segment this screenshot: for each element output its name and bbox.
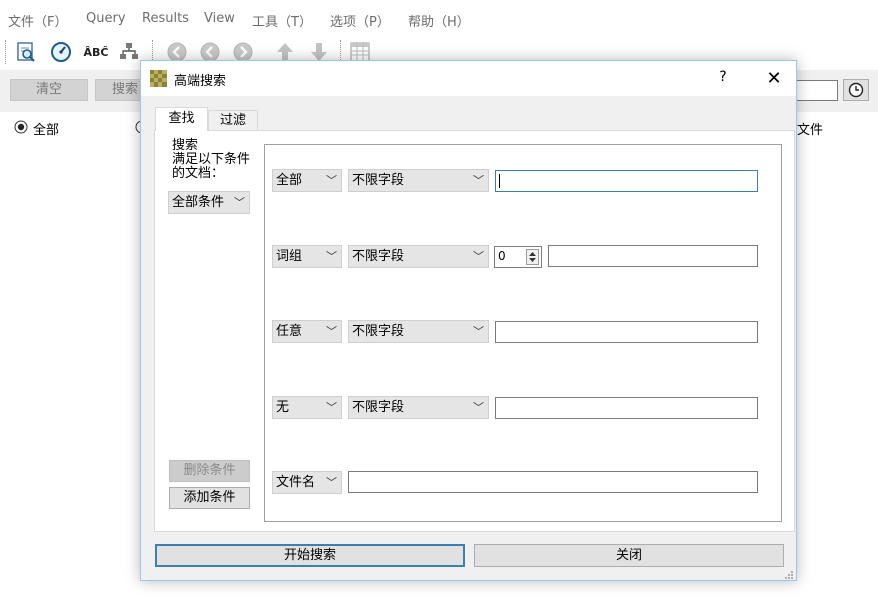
row4-field-value: 不限字段: [352, 400, 405, 415]
dialog-title: 高端搜索: [174, 74, 227, 89]
chevron-down-icon: ﹀: [473, 401, 484, 414]
search-label-line2: 满足以下条件: [172, 152, 251, 167]
chevron-down-icon: ﹀: [473, 325, 484, 338]
add-condition-button[interactable]: 添加条件: [169, 487, 250, 509]
menu-options[interactable]: 选项（P）: [330, 11, 390, 30]
row2-mode-combo[interactable]: 词组 ﹀: [272, 245, 342, 268]
radio-all-label: 全部: [33, 123, 60, 138]
chevron-down-icon: ﹀: [473, 174, 484, 187]
network-icon[interactable]: [116, 39, 142, 65]
row2-field-value: 不限字段: [352, 249, 405, 264]
advanced-search-dialog: 高端搜索 ? ✕ 查找 过滤 搜索 满足以下条件 的文档： 全部条件 ﹀ 删除条…: [140, 60, 797, 581]
row3-mode-combo[interactable]: 任意 ﹀: [272, 320, 342, 343]
row3-mode-value: 任意: [276, 324, 303, 339]
row4-value-input[interactable]: [495, 397, 758, 419]
row2-field-combo[interactable]: 不限字段 ﹀: [348, 245, 489, 268]
row4-mode-value: 无: [276, 400, 290, 415]
stepper-buttons[interactable]: [526, 249, 539, 265]
chevron-down-icon: ﹀: [326, 325, 337, 338]
row5-mode-combo[interactable]: 文件名 ﹀: [272, 471, 342, 494]
dialog-title-bar: 高端搜索 ? ✕: [141, 61, 796, 96]
distance-value: 0: [498, 249, 506, 263]
row4-mode-combo[interactable]: 无 ﹀: [272, 396, 342, 419]
condition-combo[interactable]: 全部条件 ﹀: [168, 191, 250, 214]
chevron-down-icon: ﹀: [473, 250, 484, 263]
close-button[interactable]: 关闭: [474, 544, 784, 567]
radio-all[interactable]: [14, 120, 28, 134]
resize-grip-icon[interactable]: [784, 568, 794, 579]
row4-field-combo[interactable]: 不限字段 ﹀: [348, 396, 489, 419]
row1-mode-combo[interactable]: 全部 ﹀: [272, 169, 342, 192]
row2-value-input[interactable]: [548, 245, 758, 267]
files-label: 文件: [797, 123, 824, 138]
row1-mode-value: 全部: [276, 173, 303, 188]
menu-view[interactable]: View: [204, 11, 235, 26]
spellcheck-icon[interactable]: ÂBĈ: [81, 39, 111, 65]
tab-search[interactable]: 查找: [155, 107, 208, 131]
delete-condition-button[interactable]: 删除条件: [169, 460, 250, 482]
search-doc-icon[interactable]: [13, 39, 39, 65]
start-search-button[interactable]: 开始搜索: [155, 544, 465, 567]
chevron-down-icon: ﹀: [326, 476, 337, 489]
row3-field-value: 不限字段: [352, 324, 405, 339]
chevron-down-icon: ﹀: [326, 250, 337, 263]
distance-stepper[interactable]: 0: [494, 246, 542, 268]
text-caret: [499, 174, 500, 188]
help-button[interactable]: ?: [716, 69, 730, 85]
row3-field-combo[interactable]: 不限字段 ﹀: [348, 320, 489, 343]
row2-mode-value: 词组: [276, 249, 303, 264]
row5-value-input[interactable]: [348, 471, 758, 493]
chevron-down-icon: ﹀: [326, 401, 337, 414]
chevron-down-icon: ﹀: [234, 196, 245, 209]
menu-file[interactable]: 文件（F）: [8, 11, 67, 30]
row5-mode-value: 文件名: [276, 475, 316, 490]
gauge-icon[interactable]: [48, 39, 74, 65]
app-logo-icon: [150, 70, 167, 87]
menu-help[interactable]: 帮助（H）: [408, 11, 470, 30]
tab-filter[interactable]: 过滤: [208, 110, 258, 131]
clock-icon[interactable]: [843, 79, 869, 101]
search-input[interactable]: [790, 80, 838, 101]
row3-value-input[interactable]: [495, 321, 758, 343]
menu-bar: 文件（F） Query Results View 工具（T） 选项（P） 帮助（…: [0, 0, 878, 36]
search-label-line1: 搜索: [172, 138, 199, 153]
dialog-close-button[interactable]: ✕: [761, 65, 787, 91]
chevron-down-icon: ﹀: [326, 174, 337, 187]
clear-button[interactable]: 清空: [10, 79, 88, 101]
row1-field-value: 不限字段: [352, 173, 405, 188]
row1-value-input[interactable]: [495, 170, 758, 192]
menu-tools[interactable]: 工具（T）: [252, 11, 312, 30]
row1-field-combo[interactable]: 不限字段 ﹀: [348, 169, 489, 192]
menu-query[interactable]: Query: [86, 11, 126, 26]
search-label-line3: 的文档：: [172, 166, 225, 181]
condition-combo-value: 全部条件: [172, 195, 225, 210]
menu-results[interactable]: Results: [142, 11, 189, 26]
